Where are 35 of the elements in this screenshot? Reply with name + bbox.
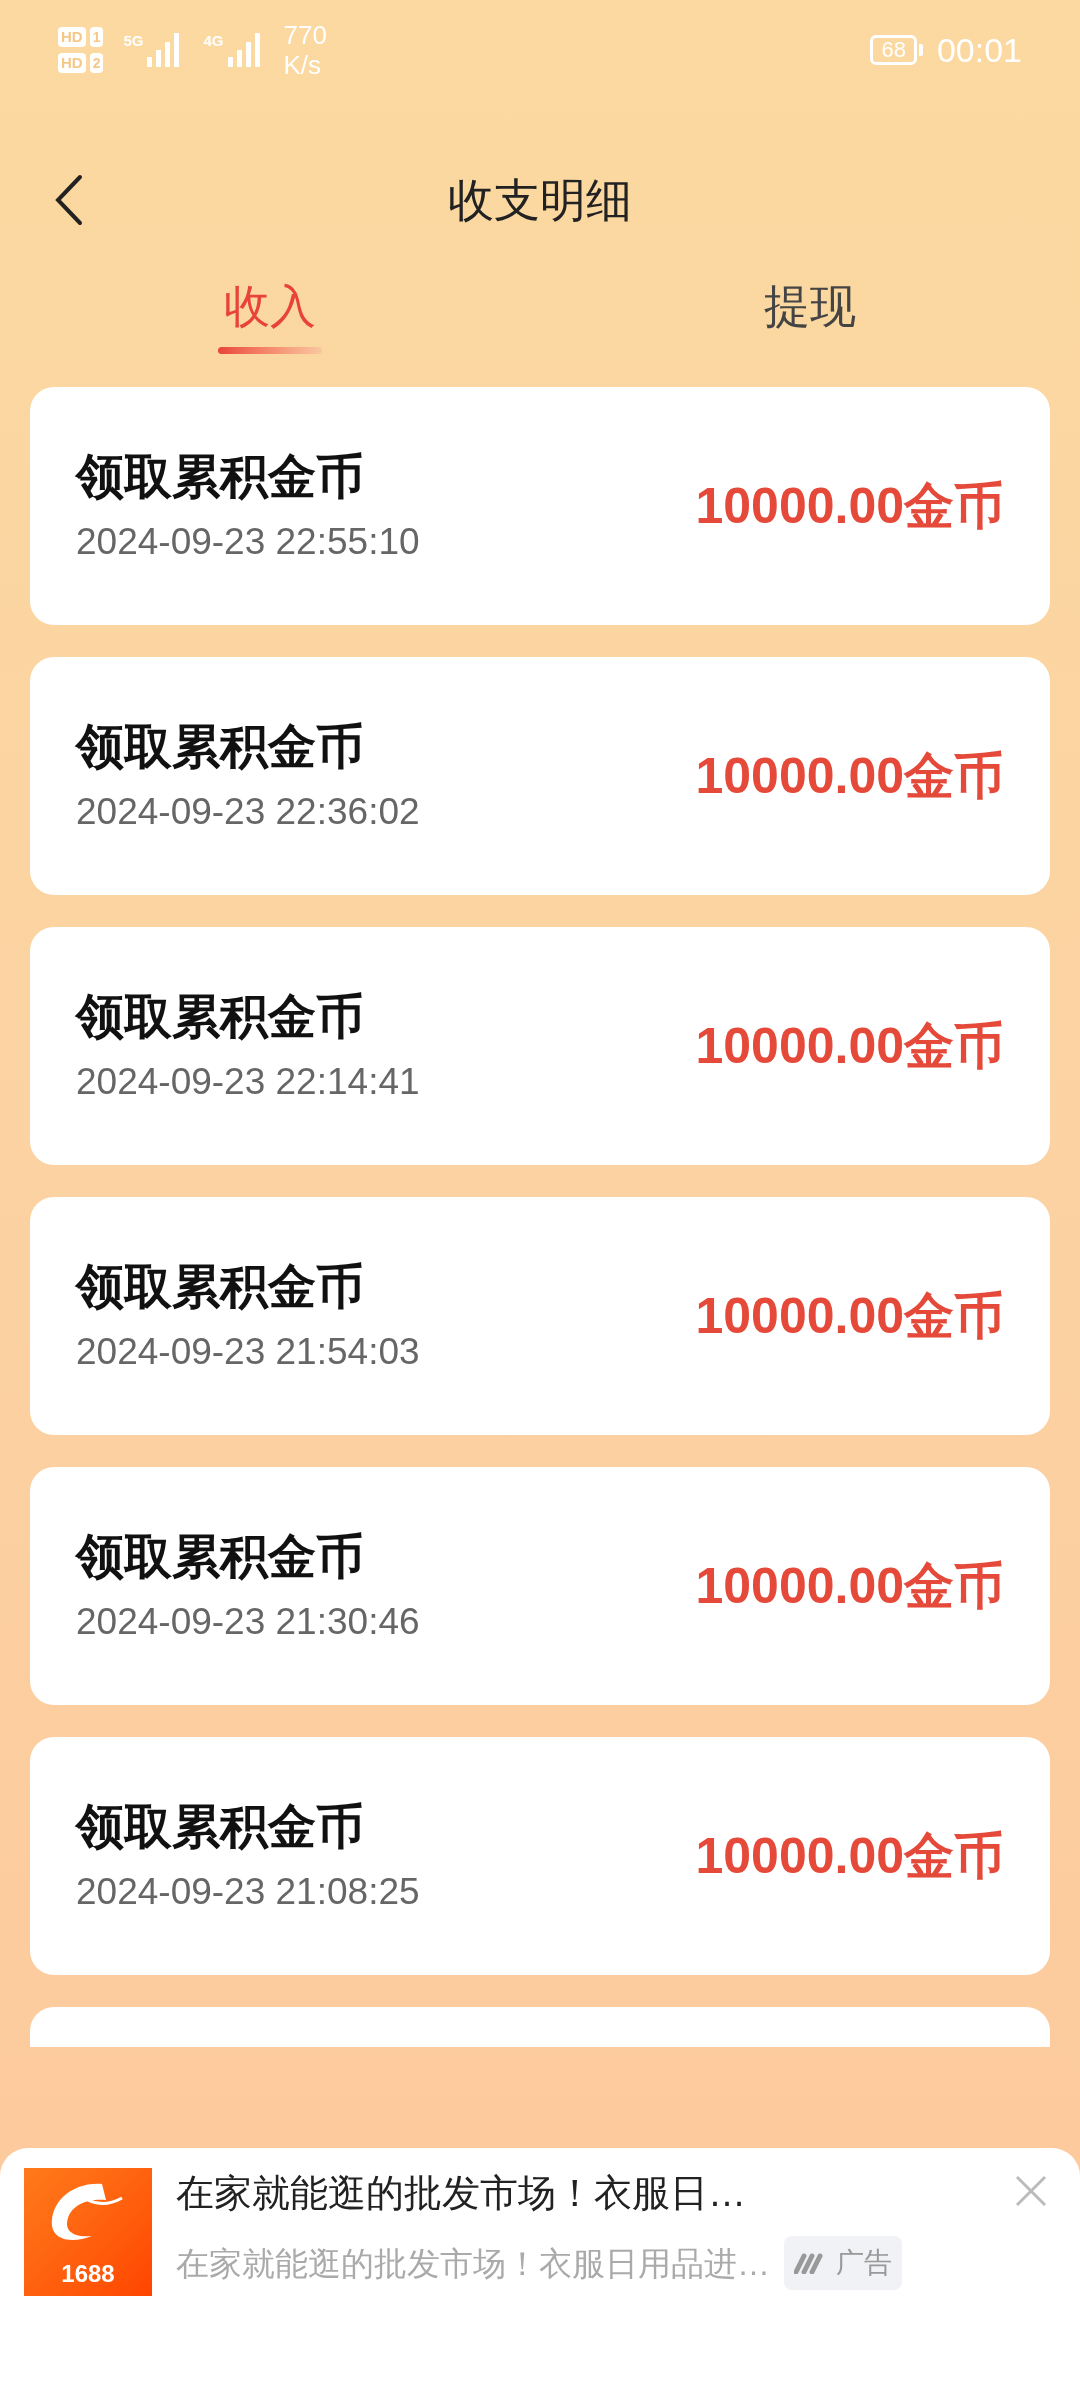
record-title: 领取累积金币 (76, 452, 365, 501)
record-time: 2024-09-23 22:55:10 (76, 522, 420, 560)
sim-slot-badge: 1 (89, 27, 104, 47)
back-icon[interactable] (54, 174, 84, 226)
ad-tag: 广告 (784, 2236, 902, 2290)
record-title: 领取累积金币 (76, 1262, 365, 1311)
network-type: 4G (203, 33, 224, 48)
record-title: 领取累积金币 (76, 1802, 365, 1851)
record-title: 领取累积金币 (76, 1532, 365, 1581)
record-time: 2024-09-23 21:08:25 (76, 1872, 420, 1910)
record-time: 2024-09-23 21:30:46 (76, 1602, 420, 1640)
ad-title: 在家就能逛的批发市场！衣服日… (176, 2174, 747, 2212)
record-time: 2024-09-23 22:36:02 (76, 792, 420, 830)
record-time: 2024-09-23 22:14:41 (76, 1062, 420, 1100)
network-type: 5G (123, 33, 144, 48)
record-amount: 10000.00金币 (695, 1286, 1004, 1346)
speed-unit: K/s (283, 50, 323, 80)
tab[interactable]: 提现 (540, 250, 1080, 362)
clock-time: 00:01 (936, 29, 1022, 71)
record-amount: 10000.00金币 (695, 1556, 1004, 1616)
hd-badge: HD (58, 27, 86, 47)
record-title: 领取累积金币 (76, 992, 365, 1041)
hd-badge: HD (58, 53, 86, 73)
ad-description: 在家就能逛的批发市场！衣服日用品进… (176, 2246, 770, 2280)
page-title: 收支明细 (448, 172, 632, 228)
record-amount: 10000.00金币 (695, 1016, 1004, 1076)
record-amount: 10000.00金币 (695, 476, 1004, 536)
sim-slot-badge: 2 (89, 53, 104, 73)
network-speed: 770 (283, 20, 327, 50)
record-title: 领取累积金币 (76, 722, 365, 771)
record-amount: 10000.00金币 (695, 1826, 1004, 1886)
logo-text: 1688 (61, 2262, 115, 2286)
battery-icon: 68 (870, 35, 917, 65)
record-time: 2024-09-23 21:54:03 (76, 1332, 420, 1370)
record-amount: 10000.00金币 (695, 746, 1004, 806)
